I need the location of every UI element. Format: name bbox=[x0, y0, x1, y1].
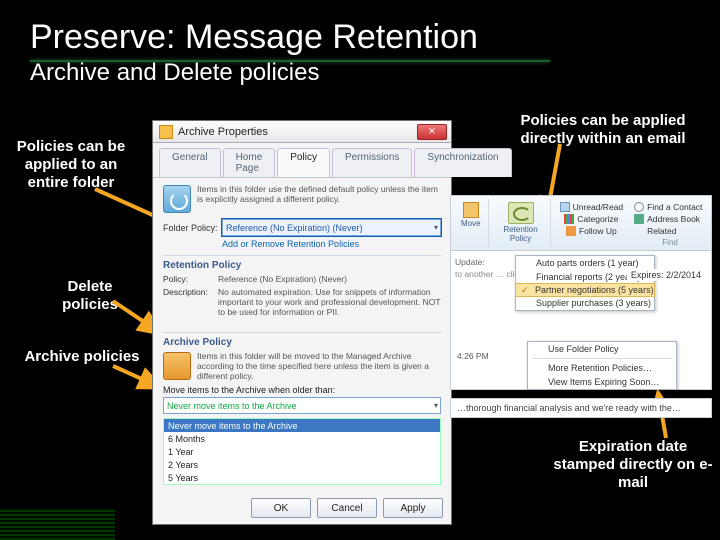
archive-policy-heading: Archive Policy bbox=[163, 332, 441, 348]
cancel-button[interactable]: Cancel bbox=[317, 498, 377, 518]
tab-general[interactable]: General bbox=[159, 148, 221, 177]
flag-icon bbox=[566, 226, 576, 236]
ok-button[interactable]: OK bbox=[251, 498, 311, 518]
find-group: Find a Contact Address Book Related Find bbox=[632, 199, 708, 247]
archive-age-select[interactable]: Never move items to the Archive bbox=[163, 397, 441, 414]
list-item[interactable]: 5 Years bbox=[164, 471, 440, 484]
menu-item-selected[interactable]: ✓Partner negotiations (5 years) bbox=[515, 283, 655, 297]
unread-button[interactable]: Unread/Read bbox=[558, 201, 626, 213]
title-underline bbox=[30, 60, 550, 62]
time-label: 4:26 PM bbox=[457, 351, 489, 361]
retention-group: Retention Policy bbox=[492, 199, 551, 247]
dialog-title: Archive Properties bbox=[178, 126, 417, 138]
retention-submenu-2: Use Folder Policy More Retention Policie… bbox=[527, 341, 677, 390]
address-book-button[interactable]: Address Book bbox=[632, 213, 708, 225]
outlook-ribbon: Move Retention Policy Unread/Read Catego… bbox=[450, 195, 712, 390]
categorize-icon bbox=[564, 214, 574, 224]
menu-item[interactable]: View Items Expiring Soon… bbox=[528, 375, 676, 389]
tab-policy[interactable]: Policy bbox=[277, 148, 330, 177]
archive-properties-dialog: Archive Properties ✕ General Home Page P… bbox=[152, 120, 452, 525]
retention-policy-button[interactable]: Retention Policy bbox=[496, 201, 546, 244]
close-button[interactable]: ✕ bbox=[417, 124, 447, 140]
envelope-icon bbox=[560, 202, 570, 212]
retention-icon bbox=[163, 185, 191, 213]
retention-policy-heading: Retention Policy bbox=[163, 255, 441, 271]
dialog-titlebar[interactable]: Archive Properties ✕ bbox=[153, 121, 451, 143]
menu-item[interactable]: Supplier purchases (3 years) bbox=[516, 296, 654, 310]
folder-policy-label: Folder Policy: bbox=[163, 223, 218, 233]
apply-button[interactable]: Apply bbox=[383, 498, 443, 518]
dialog-buttons: OK Cancel Apply bbox=[251, 498, 443, 518]
expires-value: 2/2/2014 bbox=[666, 270, 701, 280]
add-remove-policies-link[interactable]: Add or Remove Retention Policies bbox=[222, 239, 441, 249]
decorative-footer bbox=[0, 508, 115, 540]
followup-button[interactable]: Follow Up bbox=[564, 225, 619, 237]
move-button[interactable]: Move bbox=[458, 201, 484, 229]
menu-item[interactable]: More Retention Policies… bbox=[528, 361, 676, 375]
ribbon-top: Move Retention Policy Unread/Read Catego… bbox=[451, 196, 711, 251]
archive-options-list[interactable]: Never move items to the Archive 6 Months… bbox=[163, 418, 441, 485]
retention-description: Items in this folder use the defined def… bbox=[197, 185, 441, 205]
move-items-label: Move items to the Archive when older tha… bbox=[163, 385, 441, 395]
expires-stamp: Expires: 2/2/2014 bbox=[627, 269, 705, 281]
related-button[interactable]: Related bbox=[632, 225, 708, 237]
tab-permissions[interactable]: Permissions bbox=[332, 148, 412, 177]
tags-group: Unread/Read Categorize Follow Up bbox=[554, 199, 630, 247]
slide-subtitle: Archive and Delete policies bbox=[0, 59, 720, 97]
menu-item[interactable]: Auto parts orders (1 year) bbox=[516, 256, 654, 270]
callout-email: Policies can be applied directly within … bbox=[498, 112, 708, 148]
list-item[interactable]: 2 Years bbox=[164, 458, 440, 471]
slide-title: Preserve: Message Retention bbox=[0, 0, 720, 59]
address-book-icon bbox=[634, 214, 644, 224]
retention-section: Items in this folder use the defined def… bbox=[153, 178, 451, 319]
archive-icon bbox=[163, 352, 191, 380]
retention-submenu-1: Auto parts orders (1 year) Financial rep… bbox=[515, 255, 655, 311]
move-icon bbox=[463, 202, 479, 218]
move-group: Move bbox=[454, 199, 489, 247]
list-item[interactable]: Never move items to the Archive bbox=[164, 419, 440, 432]
list-item[interactable]: 6 Months bbox=[164, 432, 440, 445]
message-preview: …thorough financial analysis and we're r… bbox=[450, 398, 712, 418]
retention-icon bbox=[508, 202, 534, 224]
folder-icon bbox=[159, 125, 173, 139]
archive-section: Archive Policy Items in this folder will… bbox=[153, 319, 451, 487]
list-item[interactable]: 1 Year bbox=[164, 445, 440, 458]
menu-item[interactable]: Use Folder Policy bbox=[528, 342, 676, 356]
search-icon bbox=[634, 202, 644, 212]
tab-sync[interactable]: Synchronization bbox=[414, 148, 511, 177]
archive-description: Items in this folder will be moved to th… bbox=[197, 352, 441, 381]
callout-expires: Expiration date stamped directly on e-ma… bbox=[548, 438, 718, 492]
tab-homepage[interactable]: Home Page bbox=[223, 148, 276, 177]
retention-desc-row: Description:No automated expiration. Use… bbox=[163, 287, 441, 317]
expires-label: Expires: bbox=[631, 270, 664, 280]
folder-policy-select[interactable]: Reference (No Expiration) (Never) bbox=[222, 219, 441, 236]
ribbon-body: Update: to another … click …recent versi… bbox=[451, 251, 711, 285]
find-label: Find bbox=[632, 237, 708, 248]
dialog-tabs: General Home Page Policy Permissions Syn… bbox=[153, 143, 451, 178]
retention-policy-row: Policy:Reference (No Expiration) (Never) bbox=[163, 274, 441, 284]
find-contact-input[interactable]: Find a Contact bbox=[632, 201, 708, 213]
menu-separator bbox=[532, 358, 672, 359]
check-icon: ✓ bbox=[521, 285, 529, 296]
categorize-button[interactable]: Categorize bbox=[562, 213, 620, 225]
